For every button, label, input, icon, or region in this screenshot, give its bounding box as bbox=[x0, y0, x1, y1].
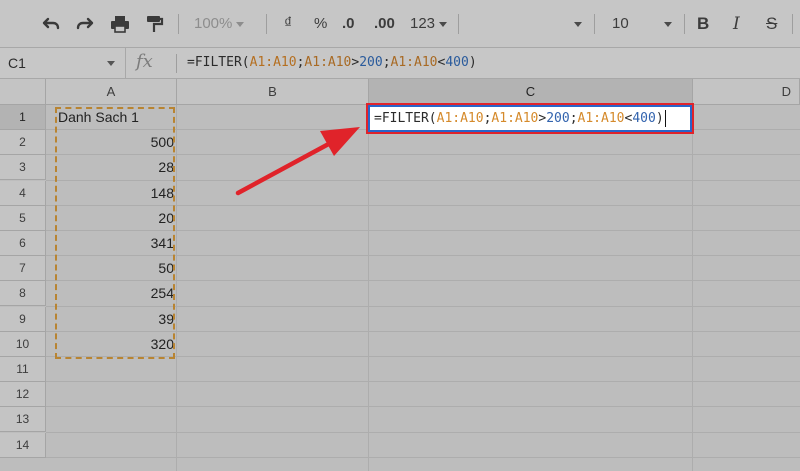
cell-a3[interactable]: 28 bbox=[56, 155, 174, 180]
formula-ref: A1:A10 bbox=[249, 55, 297, 70]
cell-a6[interactable]: 341 bbox=[56, 231, 174, 256]
text-caret bbox=[664, 110, 666, 127]
column-header-a[interactable]: A bbox=[46, 79, 177, 105]
formula-input[interactable]: =FILTER(A1:A10;A1:A10>200;A1:A10<400) bbox=[187, 48, 477, 78]
formula-separator: ; bbox=[382, 55, 391, 70]
grid-line bbox=[46, 381, 800, 383]
formula-suffix: ) bbox=[468, 55, 477, 70]
toolbar-divider bbox=[178, 14, 179, 34]
chevron-down-icon bbox=[107, 61, 115, 66]
toolbar-divider bbox=[792, 14, 793, 34]
name-box[interactable]: C1 bbox=[0, 48, 126, 78]
formula-bar-divider bbox=[176, 54, 177, 73]
formula-suffix: ) bbox=[655, 111, 664, 126]
bold-button[interactable]: B bbox=[697, 10, 709, 38]
formula-ref: A1:A10 bbox=[390, 55, 438, 70]
formula-number: 200 bbox=[546, 111, 570, 126]
select-all-corner[interactable] bbox=[0, 79, 46, 105]
name-box-value: C1 bbox=[8, 55, 26, 71]
column-header-d[interactable]: D bbox=[693, 79, 800, 105]
cell-a4[interactable]: 148 bbox=[56, 181, 174, 206]
print-icon[interactable] bbox=[108, 10, 132, 38]
increase-decimal-button[interactable]: .00 bbox=[374, 10, 395, 38]
italic-button[interactable]: I bbox=[733, 10, 740, 38]
row-header-13[interactable]: 13 bbox=[0, 407, 46, 433]
formula-prefix: =FILTER( bbox=[374, 111, 437, 126]
column-header-c[interactable]: C bbox=[369, 79, 693, 105]
formula-number: 400 bbox=[445, 55, 469, 70]
formula-ref: A1:A10 bbox=[304, 55, 352, 70]
formula-ref: A1:A10 bbox=[436, 111, 484, 126]
fx-icon: fx bbox=[136, 51, 153, 72]
formula-ref: A1:A10 bbox=[491, 111, 539, 126]
grid-line bbox=[368, 105, 369, 471]
cell-a7[interactable]: 50 bbox=[56, 256, 174, 281]
cell-a10[interactable]: 320 bbox=[56, 332, 174, 357]
font-size-select[interactable]: 10 bbox=[612, 10, 672, 38]
row-header-5[interactable]: 5 bbox=[0, 205, 46, 231]
chevron-down-icon bbox=[236, 21, 245, 27]
undo-icon[interactable] bbox=[38, 10, 62, 38]
column-header-b[interactable]: B bbox=[177, 79, 369, 105]
font-size-value: 10 bbox=[612, 15, 629, 32]
row-header-8[interactable]: 8 bbox=[0, 281, 46, 307]
active-cell-editor[interactable]: =FILTER(A1:A10;A1:A10>200;A1:A10<400) bbox=[366, 103, 694, 134]
toolbar: 100% ₫ % .0 .00 123 10 B I S bbox=[0, 0, 800, 48]
cell-editor-input[interactable]: =FILTER(A1:A10;A1:A10>200;A1:A10<400) bbox=[370, 107, 690, 130]
row-header-2[interactable]: 2 bbox=[0, 130, 46, 156]
currency-format-button[interactable]: ₫ bbox=[284, 10, 292, 38]
paint-format-icon[interactable] bbox=[142, 10, 166, 38]
toolbar-divider bbox=[594, 14, 595, 34]
cell-a2[interactable]: 500 bbox=[56, 130, 174, 155]
formula-ref: A1:A10 bbox=[577, 111, 625, 126]
grid-line bbox=[692, 105, 693, 471]
formula-bar: C1 fx =FILTER(A1:A10;A1:A10>200;A1:A10<4… bbox=[0, 48, 800, 79]
grid-line bbox=[176, 105, 177, 471]
row-header-10[interactable]: 10 bbox=[0, 331, 46, 357]
toolbar-divider bbox=[684, 14, 685, 34]
row-header-7[interactable]: 7 bbox=[0, 256, 46, 282]
grid-line bbox=[46, 406, 800, 408]
row-header-9[interactable]: 9 bbox=[0, 306, 46, 332]
row-header-3[interactable]: 3 bbox=[0, 155, 46, 181]
cell-a1[interactable]: Danh Sach 1 bbox=[58, 105, 176, 130]
redo-icon[interactable] bbox=[74, 10, 98, 38]
spreadsheet-grid: A B C D 1 2 3 4 5 6 7 8 9 10 11 12 13 14 Danh Sach 15… bbox=[0, 79, 800, 471]
font-family-select[interactable] bbox=[470, 10, 582, 38]
grid-line bbox=[46, 456, 800, 458]
chevron-down-icon bbox=[574, 22, 582, 27]
number-format-label: 123 bbox=[410, 15, 436, 32]
number-format-select[interactable]: 123 bbox=[410, 10, 448, 38]
formula-number: 200 bbox=[359, 55, 383, 70]
row-header-4[interactable]: 4 bbox=[0, 180, 46, 206]
zoom-value: 100% bbox=[194, 15, 233, 32]
percent-format-button[interactable]: % bbox=[314, 10, 327, 38]
row-header-1[interactable]: 1 bbox=[0, 105, 46, 130]
toolbar-divider bbox=[266, 14, 267, 34]
cell-a8[interactable]: 254 bbox=[56, 281, 174, 306]
chevron-down-icon bbox=[664, 22, 672, 27]
cell-area[interactable]: Danh Sach 1 500 28 148 20 341 50 254 39 320 bbox=[46, 105, 800, 471]
strikethrough-button[interactable]: S bbox=[766, 10, 777, 38]
row-header-12[interactable]: 12 bbox=[0, 382, 46, 408]
formula-prefix: =FILTER( bbox=[187, 55, 250, 70]
row-header-14[interactable]: 14 bbox=[0, 432, 46, 458]
cell-a9[interactable]: 39 bbox=[56, 307, 174, 332]
row-header-6[interactable]: 6 bbox=[0, 231, 46, 256]
cell-a5[interactable]: 20 bbox=[56, 206, 174, 231]
formula-separator: ; bbox=[569, 111, 578, 126]
grid-line bbox=[46, 431, 800, 433]
chevron-down-icon bbox=[439, 21, 448, 27]
formula-number: 400 bbox=[632, 111, 656, 126]
zoom-select[interactable]: 100% bbox=[194, 10, 245, 38]
decrease-decimal-button[interactable]: .0 bbox=[342, 10, 355, 38]
toolbar-divider bbox=[458, 14, 459, 34]
row-header-11[interactable]: 11 bbox=[0, 357, 46, 382]
